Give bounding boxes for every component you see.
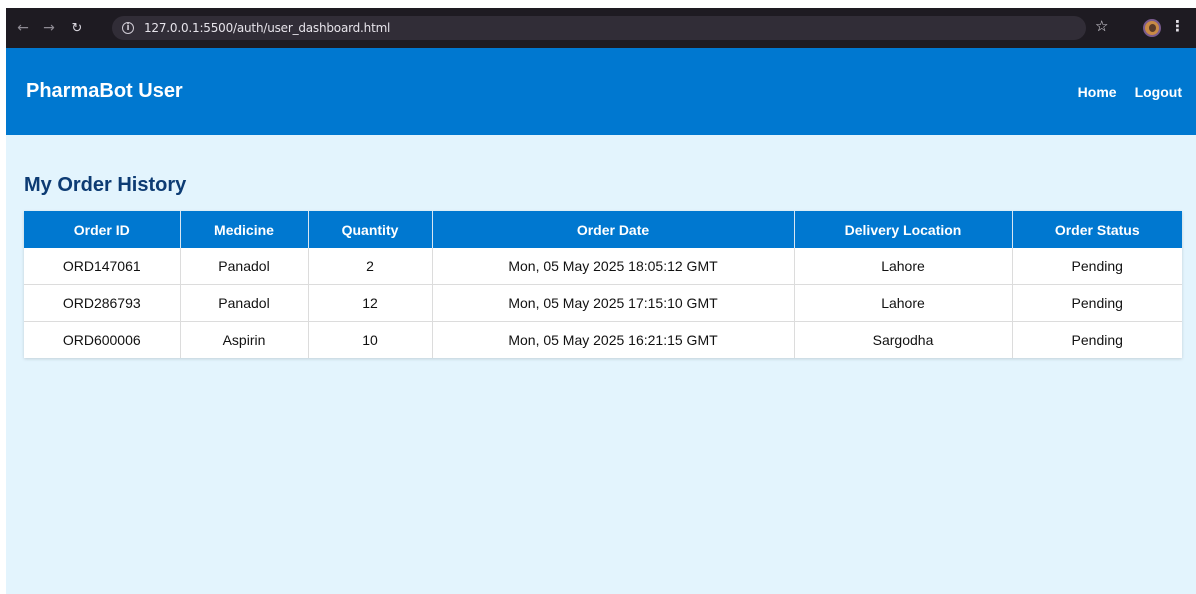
table-row: ORD286793 Panadol 12 Mon, 05 May 2025 17…	[24, 284, 1182, 322]
arrow-left-icon[interactable]: ←	[12, 17, 34, 39]
column-header-order-id: Order ID	[24, 211, 181, 248]
cell-order-status: Pending	[1012, 248, 1182, 285]
table-row: ORD147061 Panadol 2 Mon, 05 May 2025 18:…	[24, 248, 1182, 285]
cell-delivery-location: Lahore	[794, 248, 1013, 285]
cell-order-status: Pending	[1012, 284, 1182, 322]
orders-table: Order ID Medicine Quantity Order Date De…	[24, 211, 1182, 358]
url-text[interactable]: 127.0.0.1:5500/auth/user_dashboard.html	[144, 21, 390, 35]
info-icon[interactable]: i	[122, 22, 134, 34]
nav-logout-link[interactable]: Logout	[1135, 84, 1182, 100]
cell-order-status: Pending	[1071, 332, 1123, 348]
column-header-delivery-location: Delivery Location	[794, 211, 1013, 248]
cell-order-id: ORD286793	[24, 284, 181, 322]
cell-medicine: Panadol	[180, 248, 309, 285]
cell-order-id: ORD147061	[24, 248, 181, 285]
cell-order-date: Mon, 05 May 2025 18:05:12 GMT	[432, 248, 795, 285]
app-title: PharmaBot User	[26, 80, 183, 102]
column-header-quantity: Quantity	[308, 211, 433, 248]
cell-quantity: 2	[308, 248, 433, 285]
cell-order-id: ORD600006	[24, 321, 181, 358]
table-header-row: Order ID Medicine Quantity Order Date De…	[24, 211, 1182, 248]
column-header-order-date: Order Date	[432, 211, 795, 248]
browser-window: ← → ↻ i 127.0.0.1:5500/auth/user_dashboa…	[6, 8, 1196, 594]
nav-home-link[interactable]: Home	[1078, 84, 1117, 100]
column-header-medicine: Medicine	[180, 211, 309, 248]
column-header-order-status: Order Status	[1012, 211, 1182, 248]
page-title: My Order History	[24, 174, 187, 196]
table-row: ORD600006 Aspirin 10 Mon, 05 May 2025 16…	[24, 321, 1182, 358]
header-nav: Home Logout	[1060, 48, 1182, 135]
browser-toolbar: ← → ↻ i 127.0.0.1:5500/auth/user_dashboa…	[6, 8, 1196, 48]
main-content: My Order History Order ID Medicine Quant…	[6, 173, 1196, 358]
kebab-menu-icon[interactable]: ⋮	[1170, 17, 1185, 35]
address-bar[interactable]: i 127.0.0.1:5500/auth/user_dashboard.htm…	[112, 16, 1086, 40]
cell-quantity: 10	[308, 321, 433, 358]
cell-quantity: 12	[308, 284, 433, 322]
profile-icon[interactable]	[1143, 19, 1161, 37]
cell-delivery-location: Sargodha	[794, 321, 1013, 358]
cell-medicine: Aspirin	[180, 321, 309, 358]
cell-order-date: Mon, 05 May 2025 17:15:10 GMT	[432, 284, 795, 322]
reload-icon[interactable]: ↻	[66, 17, 88, 39]
arrow-right-icon[interactable]: →	[38, 17, 60, 39]
cell-order-date: Mon, 05 May 2025 16:21:15 GMT	[432, 321, 795, 358]
cell-medicine: Panadol	[180, 284, 309, 322]
star-icon[interactable]: ☆	[1095, 17, 1108, 35]
cell-delivery-location: Lahore	[794, 284, 1013, 322]
app-header: PharmaBot User Home Logout	[6, 48, 1196, 135]
